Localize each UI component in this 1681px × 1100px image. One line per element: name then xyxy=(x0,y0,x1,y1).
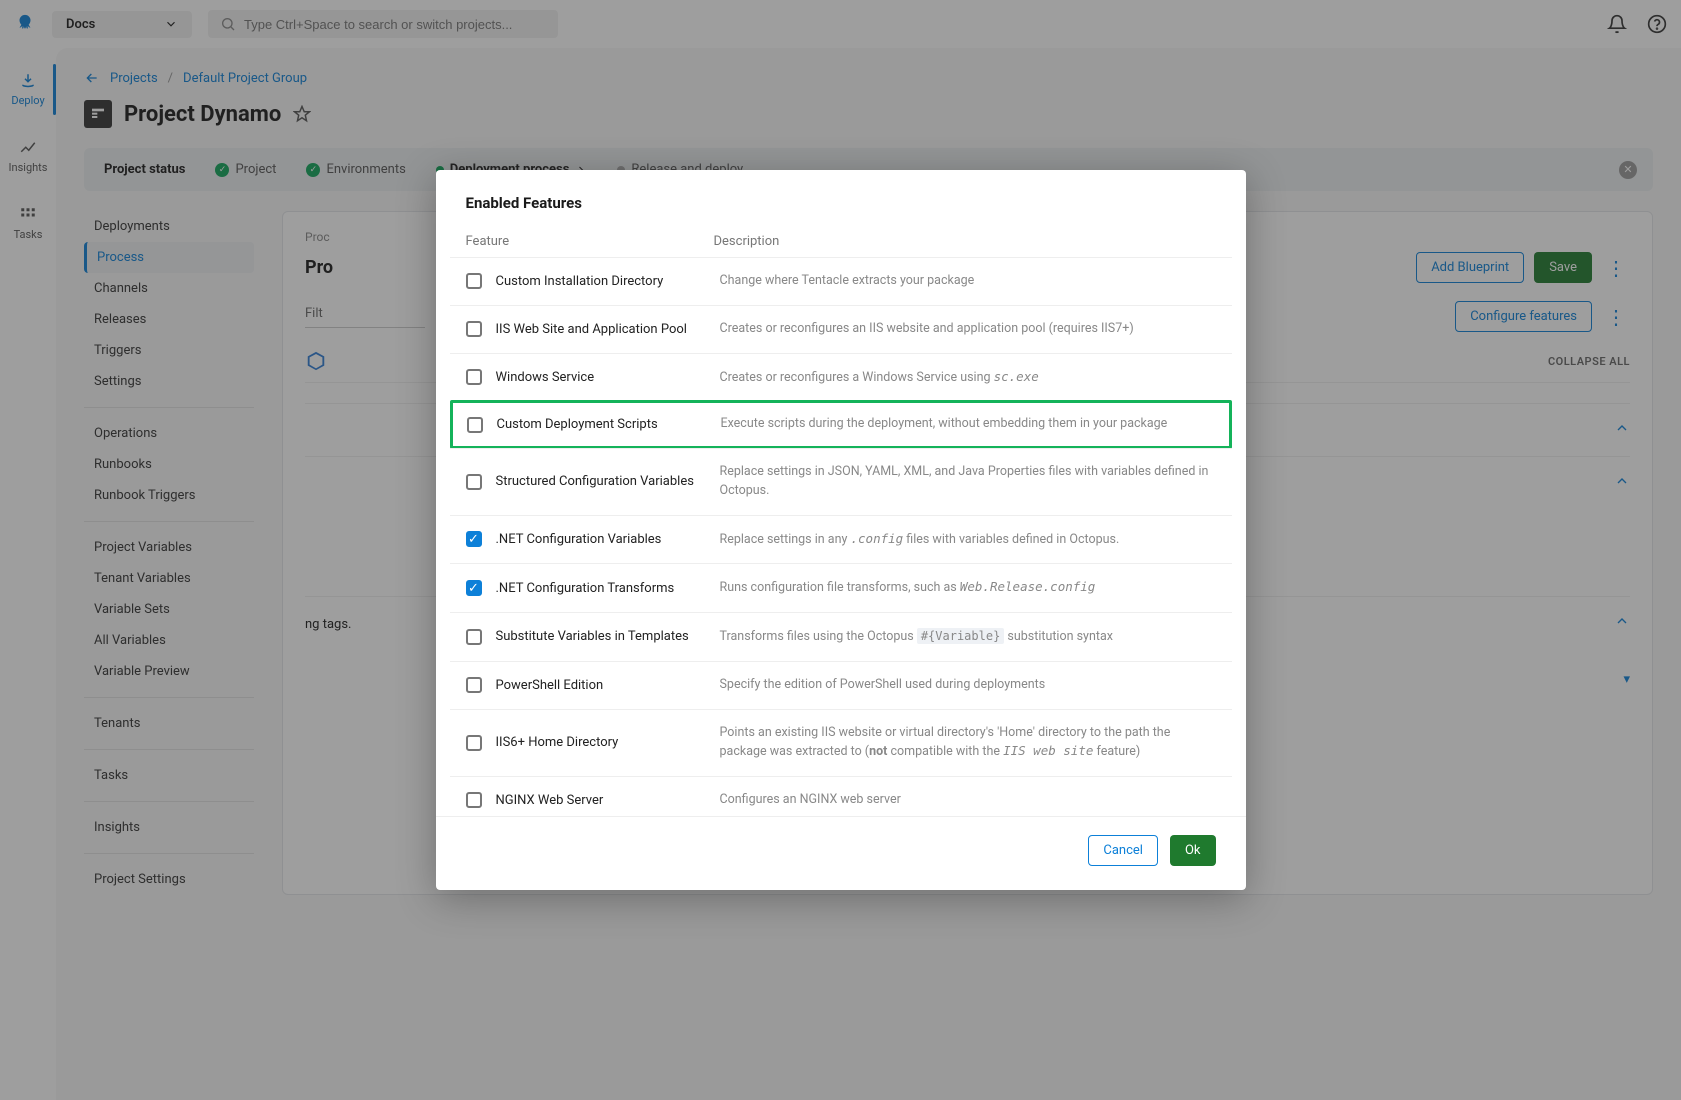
feature-description: Transforms files using the Octopus #{Var… xyxy=(720,627,1216,647)
feature-checkbox[interactable]: ✓ xyxy=(466,580,482,596)
feature-label: Structured Configuration Variables xyxy=(496,474,706,489)
feature-label: Substitute Variables in Templates xyxy=(496,629,706,644)
feature-row[interactable]: Custom Deployment Scripts Execute scripts… xyxy=(450,400,1232,449)
modal-title: Enabled Features xyxy=(436,194,1246,226)
feature-label: .NET Configuration Variables xyxy=(496,532,706,547)
feature-checkbox[interactable] xyxy=(466,677,482,693)
feature-checkbox[interactable] xyxy=(467,417,483,433)
features-list: Custom Installation Directory Change wher… xyxy=(436,257,1246,816)
feature-row[interactable]: Structured Configuration Variables Replac… xyxy=(450,448,1232,515)
feature-row[interactable]: NGINX Web Server Configures an NGINX web … xyxy=(450,776,1232,816)
features-table-header: Feature Description xyxy=(436,226,1246,257)
feature-label: NGINX Web Server xyxy=(496,793,706,808)
feature-checkbox[interactable] xyxy=(466,321,482,337)
feature-description: Change where Tentacle extracts your pack… xyxy=(720,272,1216,291)
feature-description: Configures an NGINX web server xyxy=(720,791,1216,810)
feature-description: Points an existing IIS website or virtua… xyxy=(720,724,1216,763)
feature-checkbox[interactable] xyxy=(466,474,482,490)
enabled-features-modal: Enabled Features Feature Description Cus… xyxy=(436,170,1246,890)
feature-row[interactable]: ✓ .NET Configuration Variables Replace set… xyxy=(450,515,1232,564)
feature-description: Runs configuration file transforms, such… xyxy=(720,578,1216,598)
feature-label: PowerShell Edition xyxy=(496,678,706,693)
feature-checkbox[interactable] xyxy=(466,369,482,385)
feature-checkbox[interactable] xyxy=(466,792,482,808)
feature-description: Specify the edition of PowerShell used d… xyxy=(720,676,1216,695)
feature-label: Windows Service xyxy=(496,370,706,385)
feature-label: .NET Configuration Transforms xyxy=(496,581,706,596)
feature-description: Execute scripts during the deployment, w… xyxy=(721,415,1215,434)
feature-checkbox[interactable] xyxy=(466,735,482,751)
cancel-button[interactable]: Cancel xyxy=(1088,835,1158,866)
feature-checkbox[interactable] xyxy=(466,273,482,289)
feature-description: Replace settings in any .config files wi… xyxy=(720,530,1216,550)
feature-checkbox[interactable] xyxy=(466,629,482,645)
feature-checkbox[interactable]: ✓ xyxy=(466,531,482,547)
modal-overlay: Enabled Features Feature Description Cus… xyxy=(0,0,1681,1100)
feature-row[interactable]: IIS Web Site and Application Pool Creates… xyxy=(450,305,1232,353)
feature-label: IIS6+ Home Directory xyxy=(496,735,706,750)
feature-description: Creates or reconfigures an IIS website a… xyxy=(720,320,1216,339)
ok-button[interactable]: Ok xyxy=(1170,835,1216,866)
feature-description: Replace settings in JSON, YAML, XML, and… xyxy=(720,463,1216,501)
feature-row[interactable]: ✓ .NET Configuration Transforms Runs confi… xyxy=(450,563,1232,612)
feature-row[interactable]: IIS6+ Home Directory Points an existing I… xyxy=(450,709,1232,777)
modal-footer: Cancel Ok xyxy=(436,816,1246,870)
feature-row[interactable]: PowerShell Edition Specify the edition of… xyxy=(450,661,1232,709)
feature-label: Custom Installation Directory xyxy=(496,274,706,289)
feature-row[interactable]: Substitute Variables in Templates Transfo… xyxy=(450,612,1232,661)
feature-label: IIS Web Site and Application Pool xyxy=(496,322,706,337)
feature-row[interactable]: Windows Service Creates or reconfigures a… xyxy=(450,353,1232,402)
feature-label: Custom Deployment Scripts xyxy=(497,417,707,432)
feature-row[interactable]: Custom Installation Directory Change wher… xyxy=(450,257,1232,305)
feature-description: Creates or reconfigures a Windows Servic… xyxy=(720,368,1216,388)
